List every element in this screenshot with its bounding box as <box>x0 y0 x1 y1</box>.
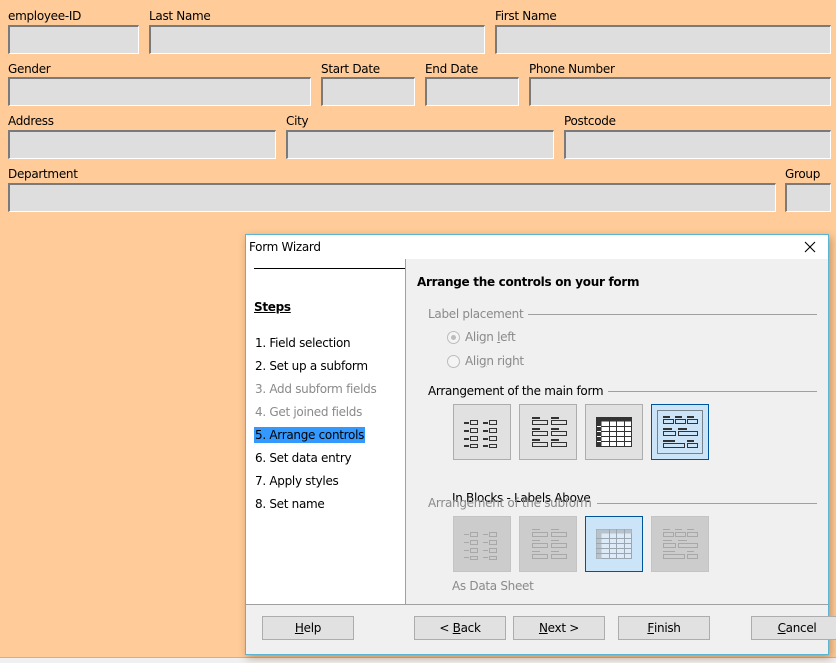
group-separator <box>596 502 817 504</box>
address-field[interactable] <box>8 130 276 159</box>
cancel-button[interactable]: Cancel <box>751 616 836 640</box>
end-date-field[interactable] <box>425 77 519 106</box>
columnar-labels-left-icon <box>464 420 497 448</box>
step-apply-styles[interactable]: 7. Apply styles <box>254 473 340 489</box>
align-right-radio[interactable]: Align right <box>447 354 524 368</box>
group-separator <box>608 390 817 392</box>
field-label-phone-number: Phone Number <box>529 62 615 76</box>
close-button[interactable] <box>796 236 824 258</box>
city-field[interactable] <box>286 130 554 159</box>
steps-title: Steps <box>254 300 291 314</box>
step-arrange-controls[interactable]: 5. Arrange controls <box>254 427 366 443</box>
main-form-arrangement-group: Arrangement of the main form <box>428 384 817 398</box>
step-field-selection[interactable]: 1. Field selection <box>254 335 351 351</box>
main-layout-columnar-labels-top[interactable] <box>519 404 577 460</box>
field-label-gender: Gender <box>8 62 51 76</box>
radio-checked-icon <box>447 330 460 344</box>
columnar-labels-top-icon <box>532 529 567 559</box>
align-right-label: Align right <box>465 354 524 368</box>
phone-number-field[interactable] <box>529 77 831 106</box>
step-set-data-entry[interactable]: 6. Set data entry <box>254 450 352 466</box>
field-label-department: Department <box>8 167 78 181</box>
align-left-label: Align left <box>465 330 516 344</box>
columnar-labels-left-icon <box>464 532 497 560</box>
close-icon <box>804 241 816 253</box>
step-get-joined-fields: 4. Get joined fields <box>255 405 363 419</box>
footer-separator <box>246 604 828 605</box>
field-label-first-name: First Name <box>495 9 557 23</box>
step-set-up-subform[interactable]: 2. Set up a subform <box>254 358 369 374</box>
label-placement-title: Label placement <box>428 307 524 321</box>
field-label-last-name: Last Name <box>149 9 211 23</box>
page-heading: Arrange the controls on your form <box>417 275 640 289</box>
data-sheet-icon <box>596 529 632 559</box>
postcode-field[interactable] <box>564 130 831 159</box>
arrange-controls-panel: Arrange the controls on your form Label … <box>407 259 828 604</box>
department-field[interactable] <box>8 183 776 212</box>
field-label-city: City <box>286 114 309 128</box>
data-sheet-icon <box>596 417 632 447</box>
subform-arrangement-header: Arrangement of the subform <box>428 496 817 510</box>
in-blocks-labels-above-icon <box>657 410 703 454</box>
main-layout-in-blocks-labels-above[interactable] <box>651 404 709 460</box>
field-label-end-date: End Date <box>425 62 478 76</box>
in-blocks-labels-above-icon <box>663 529 698 559</box>
sub-layout-data-sheet <box>585 516 643 572</box>
last-name-field[interactable] <box>149 25 485 54</box>
subform-arrangement-title: Arrangement of the subform <box>428 496 592 510</box>
start-date-field[interactable] <box>321 77 415 106</box>
employee-id-field[interactable] <box>8 25 139 54</box>
steps-divider <box>254 268 405 269</box>
main-layout-data-sheet[interactable] <box>585 404 643 460</box>
dialog-title: Form Wizard <box>249 240 321 254</box>
steps-panel: Steps 1. Field selection 2. Set up a sub… <box>246 259 406 604</box>
step-set-name[interactable]: 8. Set name <box>254 496 326 512</box>
sub-layout-in-blocks-labels-above <box>651 516 709 572</box>
step-add-subform-fields: 3. Add subform fields <box>255 382 377 396</box>
dialog-titlebar[interactable]: Form Wizard <box>246 235 828 259</box>
gender-field[interactable] <box>8 77 311 106</box>
subform-layout-caption: As Data Sheet <box>452 579 534 593</box>
field-label-employee-id: employee-ID <box>8 9 82 23</box>
main-form-arrangement-title: Arrangement of the main form <box>428 384 604 398</box>
group-field[interactable] <box>785 183 831 212</box>
main-layout-columnar-labels-left[interactable] <box>453 404 511 460</box>
radio-unchecked-icon <box>447 354 460 368</box>
align-left-radio[interactable]: Align left <box>447 330 516 344</box>
label-placement-group: Label placement <box>428 307 817 321</box>
field-label-postcode: Postcode <box>564 114 616 128</box>
columnar-labels-top-icon <box>532 417 567 447</box>
back-button[interactable]: < Back <box>414 616 506 640</box>
field-label-group: Group <box>785 167 821 181</box>
sub-layout-columnar-labels-top <box>519 516 577 572</box>
sub-layout-columnar-labels-left <box>453 516 511 572</box>
form-wizard-dialog: Form Wizard Steps 1. Field selection 2. … <box>245 234 836 655</box>
status-strip <box>0 657 836 663</box>
help-button[interactable]: Help <box>262 616 354 640</box>
finish-button[interactable]: Finish <box>618 616 710 640</box>
first-name-field[interactable] <box>495 25 831 54</box>
next-button[interactable]: Next > <box>513 616 605 640</box>
group-separator <box>528 313 817 315</box>
field-label-address: Address <box>8 114 54 128</box>
field-label-start-date: Start Date <box>321 62 380 76</box>
